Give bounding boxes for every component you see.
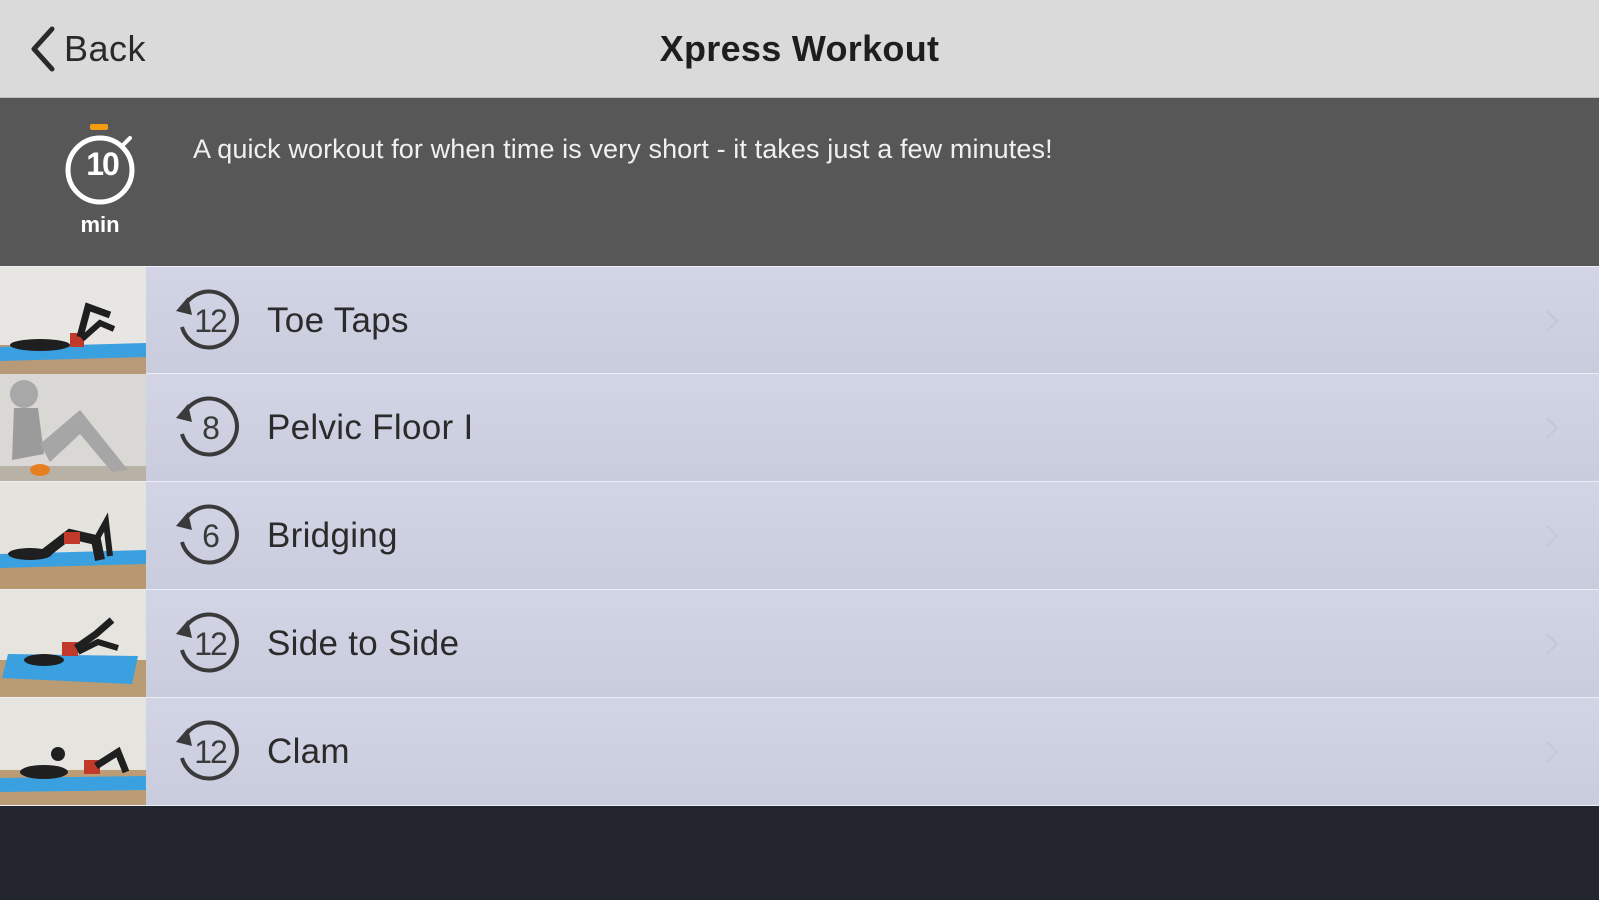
chevron-right-icon: [1546, 633, 1559, 655]
chevron-right-icon: [1546, 417, 1559, 439]
clam-thumbnail: [0, 698, 146, 805]
exercise-row-clam[interactable]: 12 Clam: [0, 698, 1599, 806]
exercise-name: Toe Taps: [267, 301, 409, 340]
exercise-name: Bridging: [267, 516, 398, 555]
toe-taps-thumbnail: [0, 267, 146, 374]
workout-description: A quick workout for when time is very sh…: [193, 134, 1053, 164]
exercise-name: Side to Side: [267, 624, 460, 663]
pelvic-floor-thumbnail: [0, 374, 146, 481]
rep-count: 12: [194, 734, 228, 770]
chevron-right-icon: [1546, 525, 1559, 547]
page-title: Xpress Workout: [659, 28, 940, 69]
rep-count: 8: [202, 410, 220, 446]
exercise-name: Pelvic Floor I: [267, 408, 474, 447]
exercise-row-toe-taps[interactable]: 12 Toe Taps: [0, 266, 1599, 374]
duration-value: 10: [86, 146, 120, 182]
bridging-thumbnail: [0, 482, 146, 589]
navigation-bar: Back Xpress Workout: [0, 0, 1599, 98]
duration-unit: min: [80, 212, 120, 237]
exercise-row-side-to-side[interactable]: 12 Side to Side: [0, 590, 1599, 698]
side-to-side-thumbnail: [0, 590, 146, 697]
workout-info-panel: 10 min A quick workout for when time is …: [0, 98, 1599, 266]
exercise-row-bridging[interactable]: 6 Bridging: [0, 482, 1599, 590]
exercise-list: 12 Toe Taps 8 Pelvic Floor I 6 Bridging …: [0, 266, 1599, 806]
chevron-right-icon: [1546, 310, 1559, 332]
exercise-row-pelvic-floor[interactable]: 8 Pelvic Floor I: [0, 374, 1599, 482]
exercise-name: Clam: [267, 732, 350, 771]
rep-count: 12: [194, 303, 228, 339]
rep-count: 12: [194, 626, 228, 662]
rep-count: 6: [202, 518, 220, 554]
chevron-right-icon: [1546, 741, 1559, 763]
